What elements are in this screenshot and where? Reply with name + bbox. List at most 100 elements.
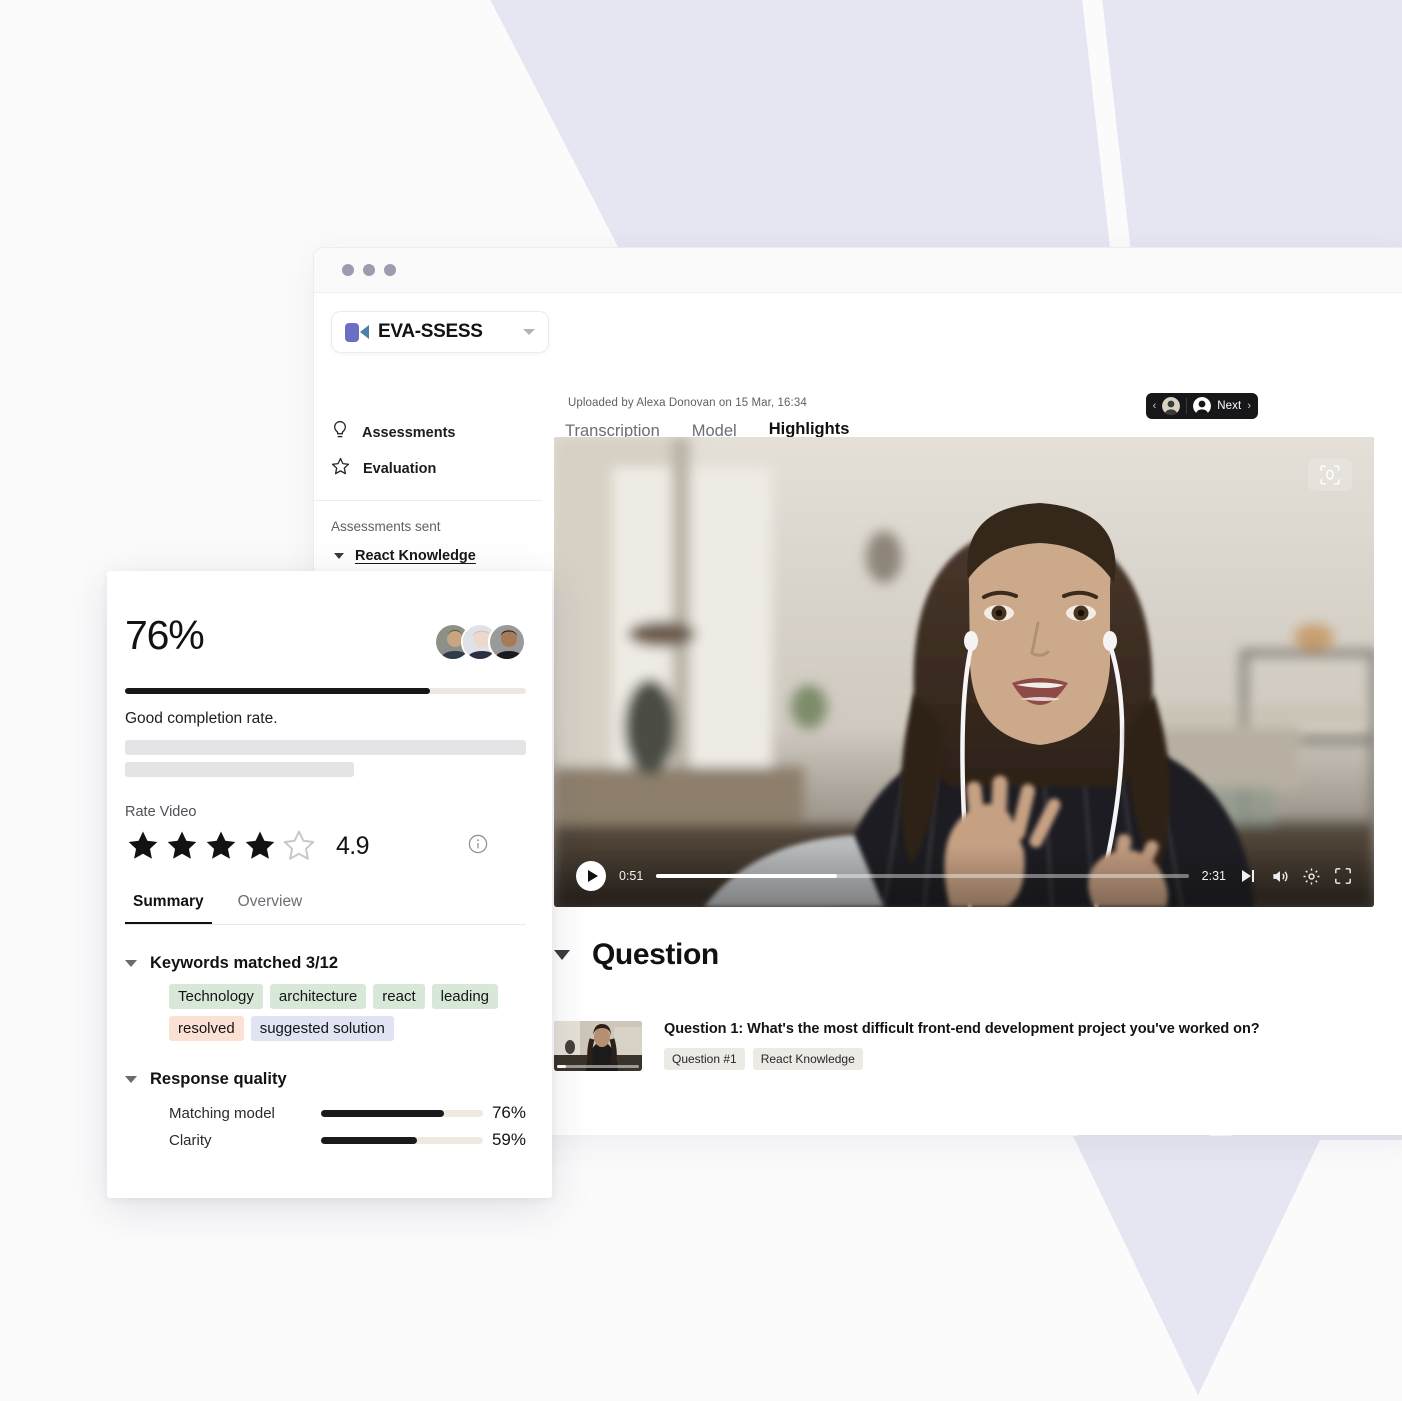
video-scrubber[interactable] [656,874,1189,878]
star-rating[interactable] [125,829,317,863]
response-quality-rows: Matching model 76% Clarity 59% [169,1103,526,1150]
placeholder-line [125,762,354,777]
caret-down-icon[interactable] [125,960,137,967]
keyword-chip[interactable]: architecture [269,984,367,1009]
fullscreen-icon[interactable] [1334,867,1352,885]
summary-card-header: 76% [125,615,526,661]
caret-down-icon[interactable] [554,950,570,960]
metric-label: Clarity [169,1131,212,1149]
video-frame [554,437,1374,907]
eva-ssess-logo-icon [345,321,369,343]
completion-caption: Good completion rate. [125,710,278,727]
window-minimize-dot[interactable] [363,264,375,276]
navigator-divider [1186,398,1188,414]
info-circle-icon[interactable] [468,834,488,859]
star-filled-icon[interactable] [164,829,200,863]
rating-score: 4.9 [336,831,370,860]
metric-row: Matching model 76% [169,1103,526,1123]
prev-candidate-avatar[interactable] [1162,397,1181,415]
keyword-chip[interactable]: resolved [169,1016,244,1041]
metric-bar-fill [321,1109,445,1117]
star-filled-icon[interactable] [242,829,278,863]
assessment-label: React Knowledge [355,548,476,564]
star-outline-icon [331,457,350,481]
tab-summary[interactable]: Summary [125,893,212,924]
completion-percent: 76% [125,612,205,658]
question-tag[interactable]: React Knowledge [752,1048,863,1070]
next-track-icon[interactable] [1239,867,1257,885]
sidebar-item-label: Assessments [362,424,456,441]
metric-value: 76% [491,1103,526,1122]
sidebar-item-evaluation[interactable]: Evaluation [314,451,542,487]
keywords-header[interactable]: Keywords matched 3/12 [125,954,526,973]
caret-down-icon[interactable] [334,553,344,559]
keyword-chip[interactable]: leading [431,984,499,1009]
chevron-right-icon[interactable]: › [1247,400,1251,412]
question-list-item[interactable]: Question 1: What's the most difficult fr… [554,1021,1384,1071]
metric-bar [321,1136,483,1144]
question-section-title: Question [592,938,719,971]
sidebar-section-label: Assessments sent [331,519,441,534]
screen-root: EVA-SSESS Uploaded by Alexa Donovan on 1… [0,0,1402,1401]
sidebar-item-assessments[interactable]: Assessments [314,414,542,451]
metric-value: 59% [491,1130,526,1149]
window-titlebar [314,248,1402,293]
next-candidate-label[interactable]: Next [1217,400,1241,412]
keyword-chip[interactable]: react [373,984,425,1009]
avatar[interactable] [488,623,526,661]
thumbnail-progress [557,1065,639,1068]
lightbulb-icon [331,420,349,445]
settings-gear-icon[interactable] [1302,867,1321,886]
reviewer-avatars [434,623,526,661]
question-tag[interactable]: Question #1 [664,1048,745,1070]
next-candidate-avatar[interactable] [1193,397,1212,415]
tab-overview[interactable]: Overview [230,893,311,924]
question-header[interactable]: Question [554,938,1384,972]
caret-down-icon[interactable] [125,1076,137,1083]
metric-bar-fill [321,1136,417,1144]
question-thumbnail-image [554,1021,642,1071]
volume-icon[interactable] [1270,867,1289,886]
workspace-switcher[interactable]: EVA-SSESS [331,311,549,353]
metric-row: Clarity 59% [169,1130,526,1150]
question-thumbnail[interactable] [554,1021,642,1071]
question-tags: Question #1 React Knowledge [664,1048,1260,1070]
response-quality-title: Response quality [150,1070,287,1088]
summary-card-tabs: Summary Overview [125,893,526,925]
rate-video-label: Rate Video [125,804,197,820]
sidebar-item-label: Evaluation [363,461,437,477]
sidebar: Assessments Evaluation Assessments sent … [314,414,542,564]
rating-row: 4.9 [125,829,526,863]
sidebar-assessment-react-knowledge[interactable]: React Knowledge [314,534,542,564]
upload-meta: Uploaded by Alexa Donovan on 15 Mar, 16:… [568,397,807,409]
star-filled-icon[interactable] [203,829,239,863]
question-text: Question 1: What's the most difficult fr… [664,1021,1260,1037]
chevron-left-icon[interactable]: ‹ [1153,400,1157,412]
keyword-chips: Technology architecture react leading re… [169,984,526,1041]
metric-bar [321,1109,483,1117]
candidate-navigator: ‹ Next › [1145,393,1258,419]
keyword-chip[interactable]: suggested solution [250,1016,394,1041]
app-header: EVA-SSESS Uploaded by Alexa Donovan on 1… [314,293,1402,449]
face-scan-button[interactable] [1308,459,1352,491]
placeholder-line [125,740,526,755]
question-section: Question Question 1: What's the most dif… [554,938,1384,1071]
scrubber-fill [656,874,838,878]
window-close-dot[interactable] [342,264,354,276]
keyword-chip[interactable]: Technology [169,984,263,1009]
duration: 2:31 [1201,869,1226,883]
play-icon [587,870,598,882]
star-outline-icon[interactable] [281,829,317,863]
response-quality-header[interactable]: Response quality [125,1070,526,1089]
chevron-down-icon[interactable] [523,329,535,335]
face-scan-icon [1320,465,1340,485]
window-maximize-dot[interactable] [384,264,396,276]
metric-label: Matching model [169,1104,275,1122]
current-time: 0:51 [619,869,644,883]
summary-card: 76% Good completion rate. Rate Video 4.9… [107,571,552,1198]
completion-progress-fill [125,688,430,694]
completion-progress-bar [125,688,526,694]
play-button[interactable] [576,861,606,891]
video-player[interactable]: 0:51 2:31 [554,437,1374,907]
star-filled-icon[interactable] [125,829,161,863]
